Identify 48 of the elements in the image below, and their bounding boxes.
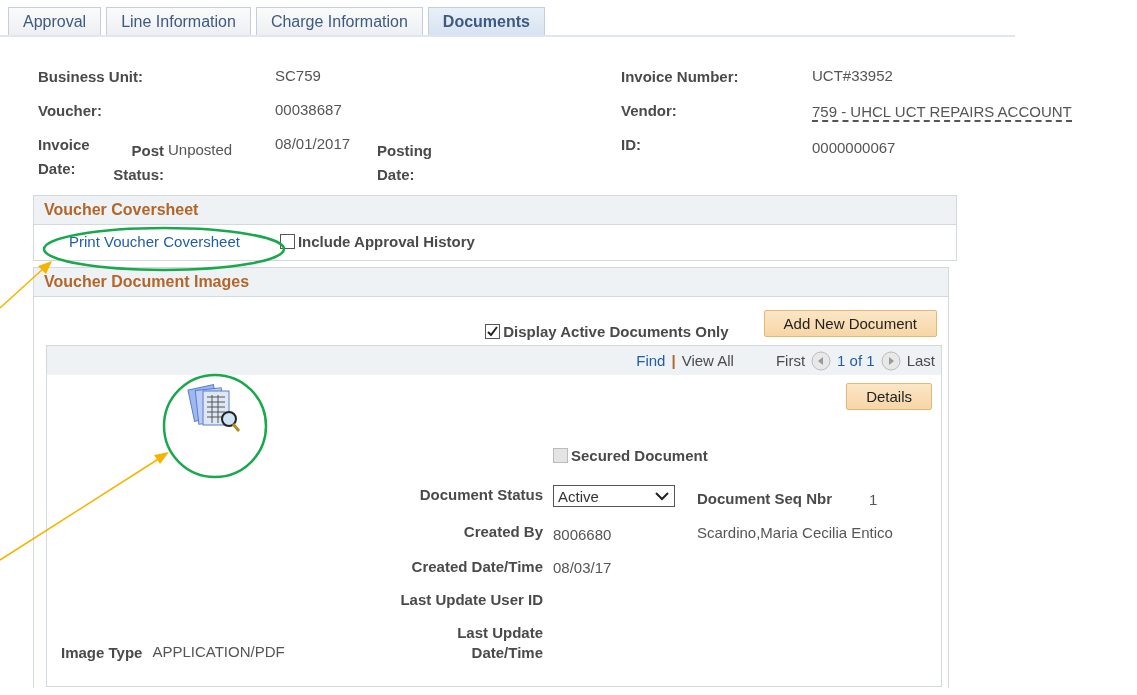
field-label: Post Status:: [112, 141, 164, 185]
tab[interactable]: Approval: [8, 7, 102, 35]
field-label: Invoice Date:: [38, 136, 90, 177]
field-value: APPLICATION/PDF: [152, 642, 285, 662]
tab[interactable]: Charge Information: [255, 7, 423, 35]
field-label: Created Date/Time: [411, 558, 543, 575]
field-label: Document Seq Nbr: [697, 489, 832, 509]
field-value: 08/03/17: [553, 559, 612, 576]
field-label: Last Update Date/Time: [457, 624, 543, 661]
chevron-icon: [654, 491, 670, 501]
status-dropdown[interactable]: Active: [553, 485, 675, 507]
separator: |: [671, 352, 676, 369]
field-value: 8006680: [553, 526, 612, 543]
field-label: Last Update User ID: [400, 591, 543, 608]
field-label: Invoice Number:: [621, 68, 739, 85]
field-value: UCT#33952: [812, 67, 893, 84]
field-value: 00038687: [275, 101, 342, 118]
checkbox-label: Secured Document: [571, 447, 708, 464]
view-all-link[interactable]: View All: [681, 352, 734, 369]
section-title: Voucher Document Images: [34, 268, 948, 297]
field-label: Vendor:: [621, 102, 677, 119]
last-label[interactable]: Last: [906, 352, 935, 369]
first-label[interactable]: First: [775, 352, 806, 369]
print-coversheet-link[interactable]: Print Voucher Coversheet: [69, 233, 240, 250]
field-value: SC759: [275, 67, 321, 84]
field-label: Created By: [463, 523, 543, 540]
field-value: Unposted: [168, 141, 233, 158]
checkbox-label: Display Active Documents Only: [503, 322, 729, 340]
section-title: Voucher Coversheet: [34, 196, 956, 225]
details-button[interactable]: Details: [846, 383, 932, 410]
field-label: Image Type: [61, 643, 143, 663]
checkbox-label: Include Approval History: [297, 233, 475, 250]
creator-name: Scardino,Maria Cecilia Entico: [697, 524, 893, 541]
field-label: Document Status: [419, 486, 543, 503]
checkbox[interactable]: [485, 323, 501, 339]
tab[interactable]: Documents: [427, 7, 545, 35]
field-value: 1: [869, 491, 878, 508]
page-position: 1 of 1: [837, 352, 875, 369]
field-value: 08/01/2017: [275, 135, 351, 152]
tab[interactable]: Line Information: [106, 7, 251, 35]
field-label: Voucher:: [38, 102, 102, 119]
vendor-link[interactable]: 759 - UHCL UCT REPAIRS ACCOUNT: [812, 103, 1072, 122]
add-document-button[interactable]: Add New Document: [763, 309, 937, 337]
find-link[interactable]: Find: [636, 352, 666, 369]
field-label: ID:: [621, 136, 641, 153]
field-label: Business Unit:: [38, 68, 143, 85]
field-value: 0000000067: [812, 139, 896, 156]
field-label: Posting Date:: [377, 141, 433, 185]
